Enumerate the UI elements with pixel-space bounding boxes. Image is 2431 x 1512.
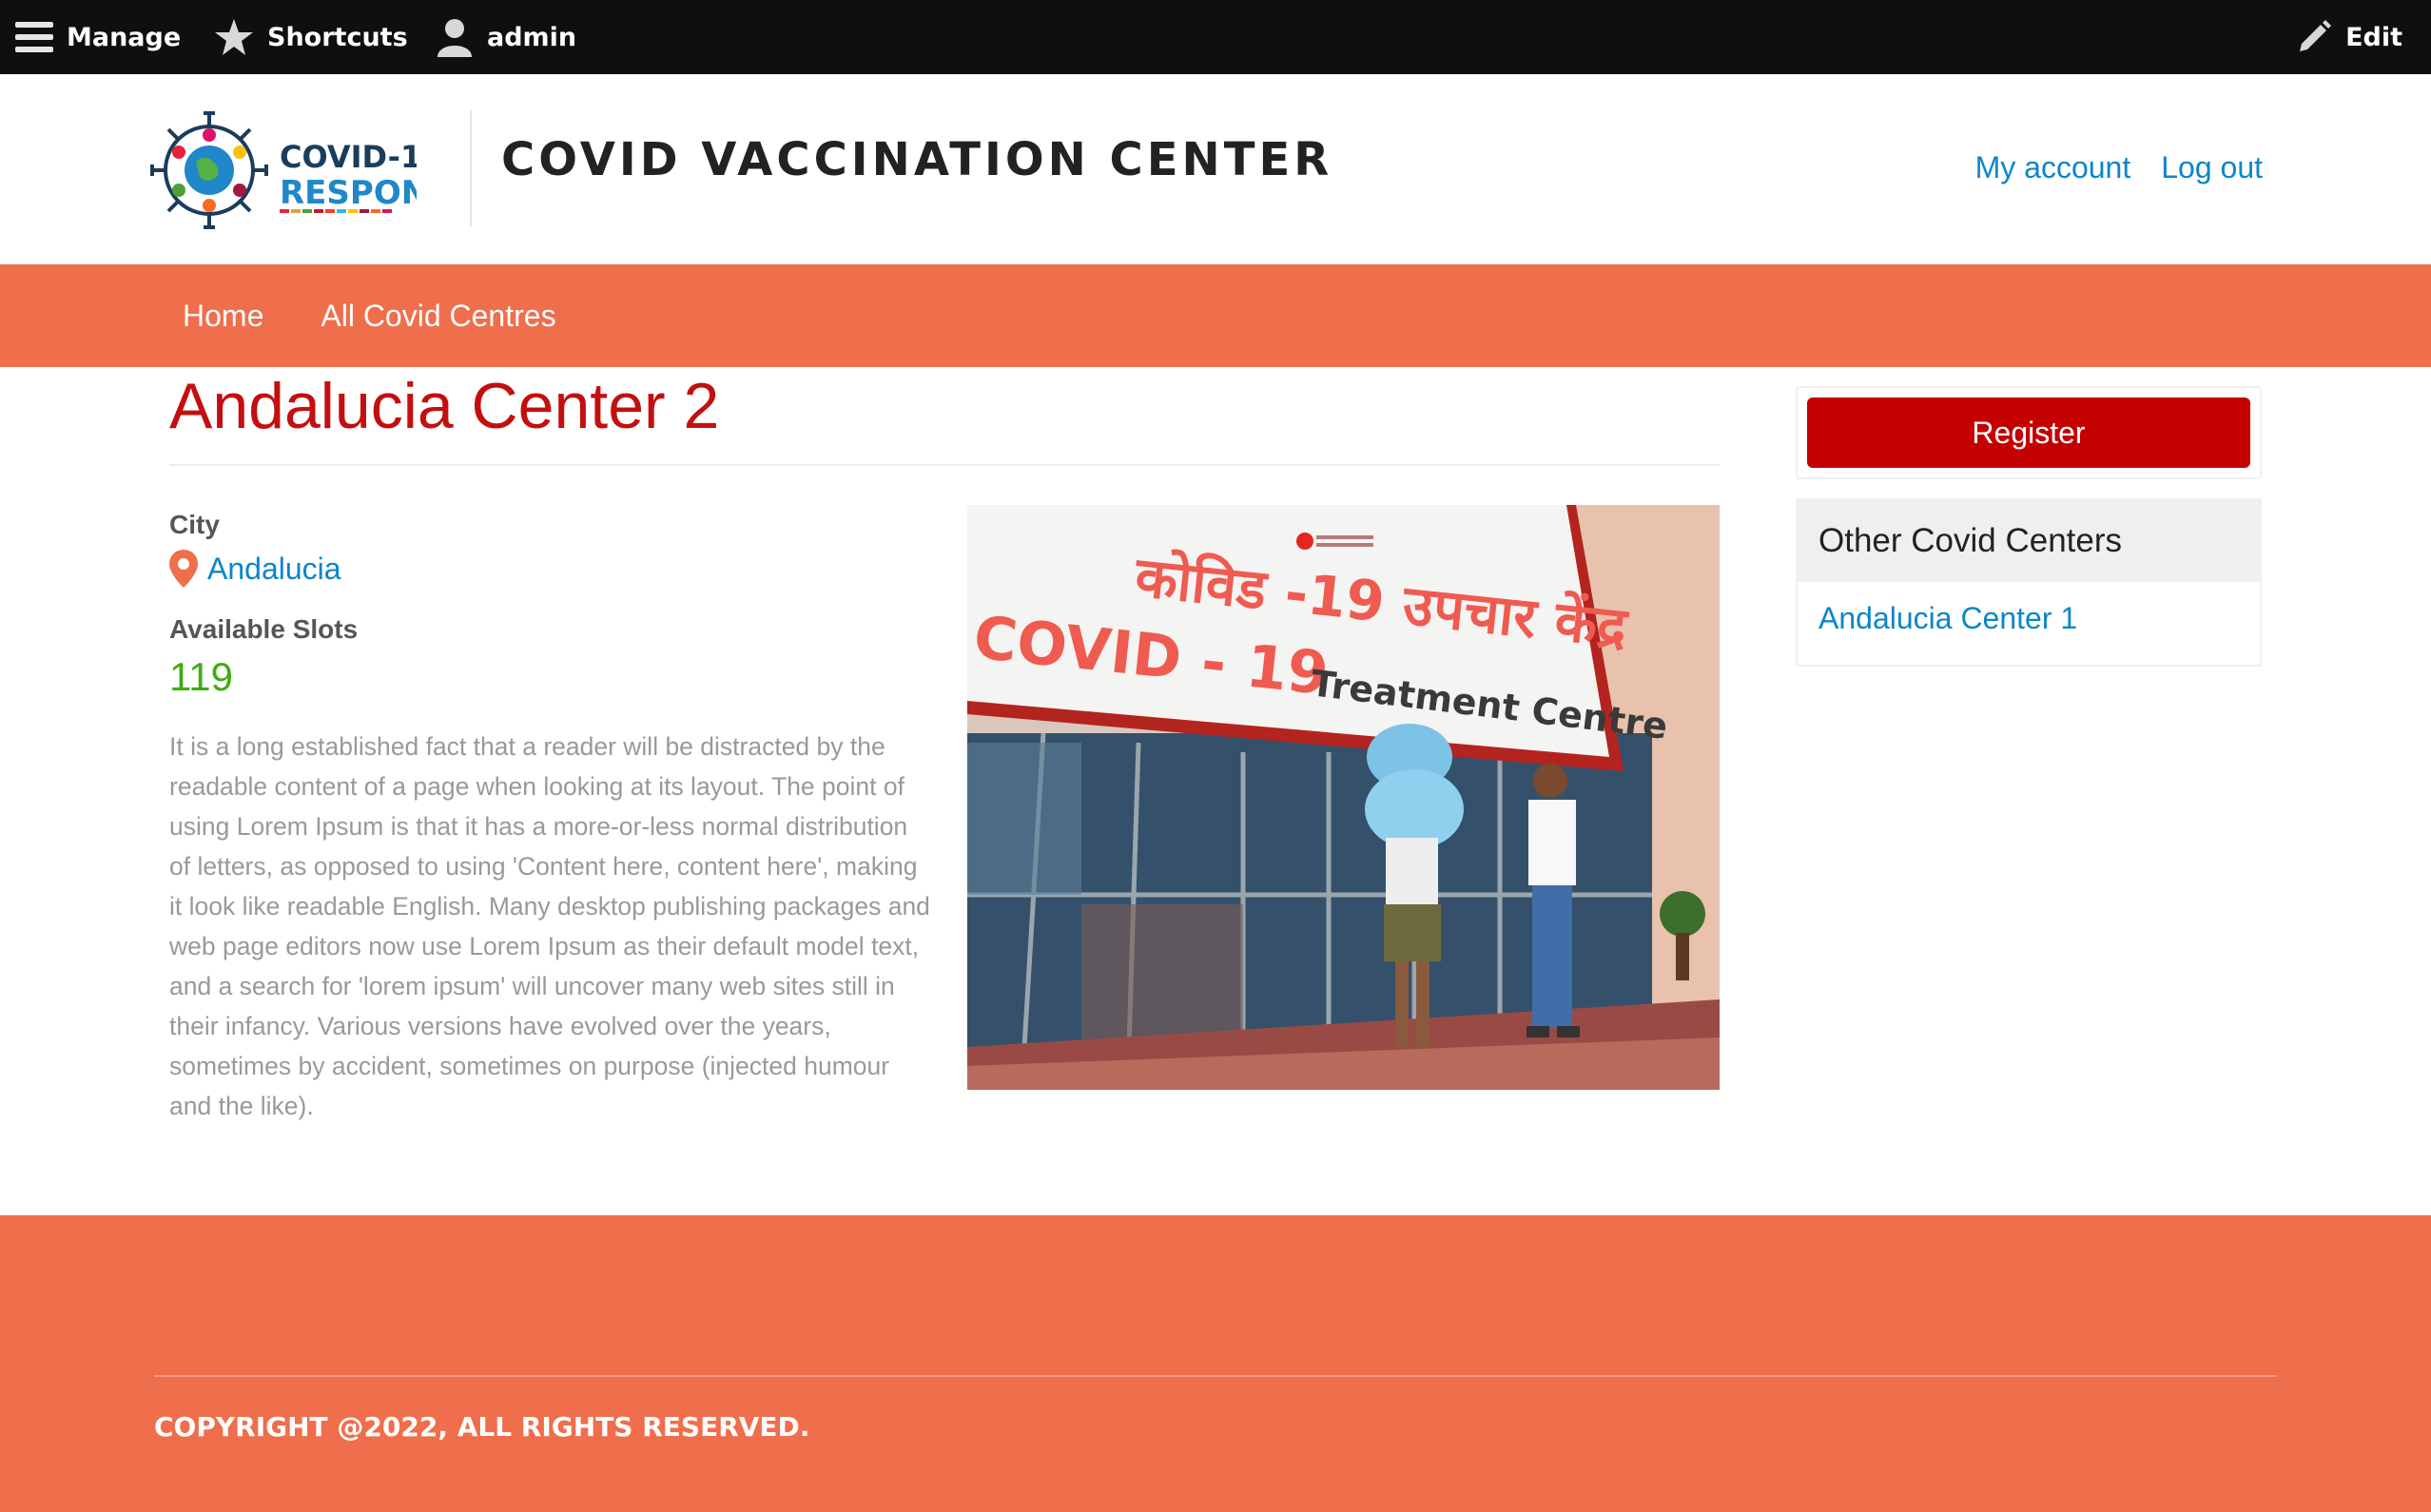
toolbar-user-label: admin — [487, 22, 577, 52]
toolbar-shortcuts[interactable]: Shortcuts — [214, 0, 408, 74]
toolbar-manage-label: Manage — [67, 22, 182, 52]
logo-divider — [470, 110, 472, 226]
svg-text:COVID-19: COVID-19 — [280, 139, 417, 175]
other-center-link[interactable]: Andalucia Center 1 — [1798, 582, 2260, 636]
site-logo[interactable]: COVID-19 RESPONSE — [150, 108, 474, 232]
center-description: It is a long established fact that a rea… — [169, 732, 930, 1120]
main-navigation: Home All Covid Centres — [0, 264, 2431, 367]
city-label: City — [169, 510, 220, 539]
page-title: Andalucia Center 2 — [169, 370, 720, 442]
admin-toolbar: Manage Shortcuts admin Edit — [0, 0, 2431, 74]
pencil-icon — [2300, 20, 2332, 51]
toolbar-user[interactable]: admin — [436, 0, 576, 74]
star-icon — [215, 19, 253, 55]
nav-all-covid-centres[interactable]: All Covid Centres — [321, 299, 555, 333]
available-slots-value: 119 — [169, 654, 233, 699]
site-name[interactable]: COVID VACCINATION CENTER — [501, 133, 1332, 186]
other-centers-block: Other Covid Centers Andalucia Center 1 — [1796, 498, 2262, 667]
register-button[interactable]: Register — [1807, 397, 2250, 468]
log-out-link[interactable]: Log out — [2161, 150, 2263, 185]
city-link[interactable]: Andalucia — [207, 552, 341, 587]
site-header: COVID-19 RESPONSE COVID VACCINATION CENT… — [0, 74, 2431, 264]
toolbar-manage[interactable]: Manage — [15, 0, 181, 74]
toolbar-edit[interactable]: Edit — [2296, 0, 2402, 74]
nav-home[interactable]: Home — [183, 299, 263, 333]
center-photo: कोविड -19 उपचार केंद्र COVID - 19 Treatm… — [967, 505, 1720, 1090]
my-account-link[interactable]: My account — [1975, 150, 2131, 185]
account-menu: My account Log out — [1975, 150, 2263, 185]
city-field: Andalucia — [169, 550, 341, 588]
covid-response-logo: COVID-19 RESPONSE — [150, 111, 474, 229]
user-icon — [438, 19, 472, 57]
site-footer: COPYRIGHT @2022, ALL RIGHTS RESERVED. — [0, 1215, 2431, 1512]
footer-divider — [154, 1375, 2277, 1377]
toolbar-edit-label: Edit — [2345, 22, 2402, 52]
svg-text:RESPONSE: RESPONSE — [280, 174, 417, 212]
other-centers-title: Other Covid Centers — [1798, 500, 2260, 582]
register-block: Register — [1796, 386, 2262, 479]
menu-icon — [15, 22, 53, 52]
toolbar-shortcuts-label: Shortcuts — [267, 22, 408, 52]
map-pin-icon — [169, 550, 198, 588]
copyright-text: COPYRIGHT @2022, ALL RIGHTS RESERVED. — [154, 1411, 810, 1443]
title-divider — [169, 464, 1720, 466]
available-slots-label: Available Slots — [169, 614, 359, 644]
